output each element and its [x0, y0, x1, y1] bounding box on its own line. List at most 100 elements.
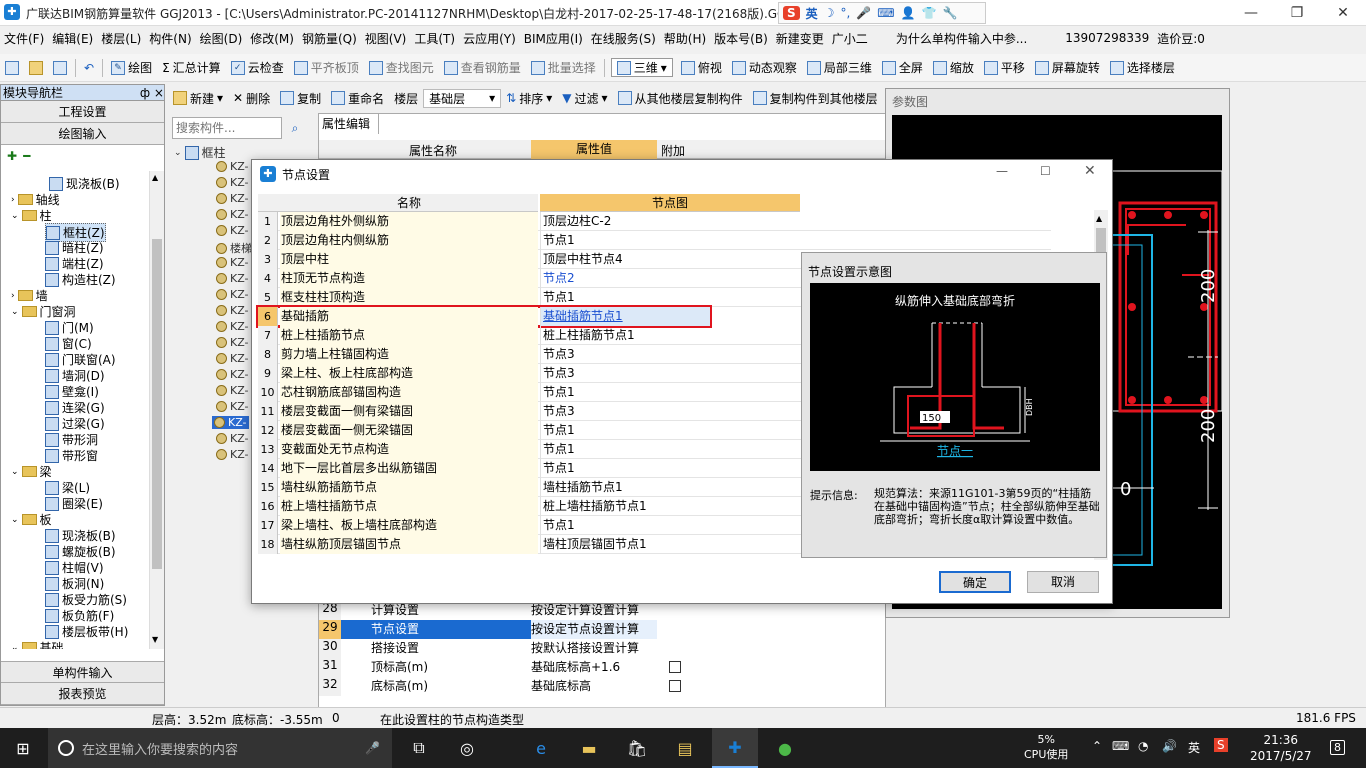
- menu-tools[interactable]: 工具(T): [410, 30, 459, 47]
- delete-button[interactable]: ✕ 删除: [228, 90, 275, 107]
- green-app-icon[interactable]: ●: [762, 728, 808, 768]
- tree-item-wall-hole[interactable]: 墙洞(D): [45, 367, 105, 384]
- user-icon[interactable]: 👤: [901, 6, 916, 20]
- windows-start-icon[interactable]: ⊞: [0, 728, 46, 768]
- ime-language[interactable]: 英: [806, 5, 818, 22]
- tree-item-hidden-column[interactable]: 暗柱(Z): [45, 239, 104, 256]
- tree-item-strip-window[interactable]: 带形窗: [45, 447, 98, 464]
- summary-calc-button[interactable]: Σ 汇总计算: [157, 59, 226, 76]
- task-view-icon[interactable]: ⧉: [396, 728, 442, 768]
- tree-item-strip-hole[interactable]: 带形洞: [45, 431, 98, 448]
- notification-center-icon[interactable]: 8: [1330, 740, 1345, 755]
- component-item[interactable]: KZ-: [216, 432, 249, 445]
- keyboard-icon[interactable]: ⌨: [877, 6, 894, 20]
- tree-item-niche[interactable]: 壁龛(I): [45, 383, 99, 400]
- ggj-app-icon[interactable]: ✚: [712, 728, 758, 768]
- extra-checkbox[interactable]: [669, 661, 681, 673]
- batch-select-button[interactable]: 批量选择: [526, 59, 601, 76]
- menu-cloud[interactable]: 云应用(Y): [459, 30, 520, 47]
- menu-edit[interactable]: 编辑(E): [48, 30, 97, 47]
- sort-button[interactable]: ⇅ 排序 ▾: [501, 90, 557, 107]
- cancel-button[interactable]: 取消: [1027, 571, 1099, 593]
- node-row-selected[interactable]: 6 基础插筋 基础插筋节点1: [256, 305, 712, 328]
- tree-item-foundation[interactable]: ⌄ 基础: [11, 639, 64, 649]
- menu-question-link[interactable]: 为什么单构件输入中参...: [892, 30, 1031, 47]
- component-item[interactable]: KZ-: [216, 304, 249, 317]
- component-item[interactable]: KZ-: [216, 352, 249, 365]
- tree-item-beam[interactable]: 梁(L): [45, 479, 90, 496]
- node-row[interactable]: 2 顶层边角柱内侧纵筋 节点1: [258, 231, 1051, 250]
- ok-button[interactable]: 确定: [939, 571, 1011, 593]
- dialog-close-button[interactable]: ✕: [1084, 163, 1096, 179]
- tree-item-cast-slab[interactable]: 现浇板(B): [45, 527, 116, 544]
- top-view-button[interactable]: 俯视: [676, 59, 727, 76]
- mic-icon[interactable]: 🎤: [365, 741, 380, 755]
- component-item[interactable]: KZ-: [216, 272, 249, 285]
- open-file-button[interactable]: [24, 60, 48, 75]
- edge-icon[interactable]: e: [518, 728, 564, 768]
- copy-to-other-floor-button[interactable]: 复制构件到其他楼层: [748, 90, 883, 107]
- menu-version[interactable]: 版本号(B): [710, 30, 772, 47]
- nav-scrollbar[interactable]: ▲ ▼: [149, 171, 164, 649]
- props-row[interactable]: 30 搭接设置 按默认搭接设置计算: [319, 639, 661, 658]
- tree-item-slab-hole[interactable]: 板洞(N): [45, 575, 104, 592]
- tree-item-window[interactable]: 窗(C): [45, 335, 92, 352]
- menu-component[interactable]: 构件(N): [145, 30, 195, 47]
- tree-item-coupling-beam[interactable]: 连梁(G): [45, 399, 105, 416]
- select-floor-button[interactable]: 选择楼层: [1105, 59, 1180, 76]
- search-icon[interactable]: ⌕: [284, 117, 306, 139]
- sogou-tray-icon[interactable]: S: [1214, 738, 1228, 752]
- zoom-button[interactable]: 缩放: [928, 59, 979, 76]
- scroll-down-icon[interactable]: ▼: [152, 635, 158, 644]
- view-rebar-qty-button[interactable]: 查看钢筋量: [439, 59, 526, 76]
- maximize-button[interactable]: ❐: [1274, 0, 1320, 26]
- menu-file[interactable]: 文件(F): [0, 30, 48, 47]
- tree-item-wall[interactable]: › 墙: [11, 287, 48, 304]
- tree-item-door[interactable]: 门(M): [45, 319, 94, 336]
- report-preview-button[interactable]: 报表预览: [1, 683, 164, 705]
- tree-item-slab-group[interactable]: ⌄ 板: [11, 511, 52, 528]
- view-3d-dropdown[interactable]: 三维 ▾: [610, 58, 673, 77]
- extra-checkbox[interactable]: [669, 680, 681, 692]
- tree-item-ring-beam[interactable]: 圈梁(E): [45, 495, 103, 512]
- filter-button[interactable]: ▼ 过滤 ▾: [557, 90, 612, 107]
- component-item[interactable]: KZ-: [216, 384, 249, 397]
- volume-icon[interactable]: 🔊: [1162, 739, 1177, 753]
- scroll-thumb[interactable]: [152, 239, 162, 569]
- dialog-maximize-button[interactable]: ☐: [1040, 164, 1051, 178]
- wrench-icon[interactable]: 🔧: [942, 6, 957, 20]
- expand-all-icon[interactable]: ✚: [7, 149, 17, 163]
- scroll-up-icon[interactable]: ▲: [1096, 214, 1102, 223]
- component-item[interactable]: KZ-: [216, 448, 249, 461]
- tree-item-column-cap[interactable]: 柱帽(V): [45, 559, 104, 576]
- punct-icon[interactable]: °,: [840, 6, 850, 20]
- store-icon[interactable]: 🛍: [614, 728, 660, 768]
- copy-button[interactable]: 复制: [275, 90, 326, 107]
- file-explorer-icon[interactable]: ▬: [566, 728, 612, 768]
- props-row[interactable]: 32 底标高(m) 基础底标高: [319, 677, 681, 696]
- component-tree-root[interactable]: ⌄ 框柱: [174, 144, 226, 161]
- undo-button[interactable]: ↶: [79, 61, 99, 75]
- tree-item-end-column[interactable]: 端柱(Z): [45, 255, 104, 272]
- single-component-input-button[interactable]: 单构件输入: [1, 661, 164, 683]
- nav-pin-close[interactable]: ф ×: [140, 85, 164, 100]
- minimize-button[interactable]: —: [1228, 0, 1274, 26]
- pan-button[interactable]: 平移: [979, 59, 1030, 76]
- component-item[interactable]: KZ-: [216, 336, 249, 349]
- menu-modify[interactable]: 修改(M): [246, 30, 298, 47]
- component-item-selected[interactable]: KZ-: [212, 416, 249, 429]
- menu-account[interactable]: 13907298339: [1061, 31, 1153, 45]
- menu-bim[interactable]: BIM应用(I): [520, 30, 587, 47]
- close-button[interactable]: ✕: [1320, 0, 1366, 26]
- tree-item-constructional-column[interactable]: 构造柱(Z): [45, 271, 116, 288]
- new-component-button[interactable]: 新建 ▾: [168, 90, 228, 107]
- wifi-icon[interactable]: ◔: [1138, 739, 1148, 753]
- cloud-check-button[interactable]: ✓ 云检查: [226, 59, 289, 76]
- scroll-up-icon[interactable]: ▲: [152, 173, 158, 182]
- orbit-button[interactable]: 动态观察: [727, 59, 802, 76]
- dialog-minimize-button[interactable]: —: [996, 164, 1008, 178]
- network-icon[interactable]: ⌨: [1112, 739, 1129, 753]
- component-item[interactable]: KZ-: [216, 320, 249, 333]
- menu-draw[interactable]: 绘图(D): [196, 30, 247, 47]
- node-row[interactable]: 1 顶层边角柱外侧纵筋 顶层边柱C-2: [258, 212, 1051, 231]
